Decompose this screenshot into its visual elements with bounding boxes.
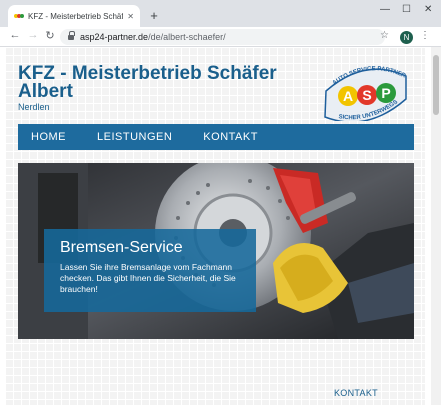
site-location: Nerdlen — [18, 102, 50, 112]
logo-letter-s: S — [362, 87, 371, 103]
scrollbar-thumb[interactable] — [433, 55, 439, 115]
hero-title: Bremsen-Service — [60, 239, 183, 256]
back-icon[interactable]: ← — [8, 29, 22, 41]
address-bar[interactable]: asp24-partner.de/de/albert-schaefer/ — [60, 29, 385, 45]
site-title[interactable]: KFZ - Meisterbetrieb Schäfer Albert — [18, 64, 308, 101]
lock-icon — [68, 30, 75, 41]
new-tab-button[interactable]: + — [146, 8, 162, 24]
footer-kontakt-link[interactable]: KONTAKT — [334, 388, 378, 398]
forward-icon[interactable]: → — [26, 29, 40, 41]
maximize-button[interactable]: ☐ — [402, 4, 411, 15]
browser-toolbar: ← → ↻ asp24-partner.de/de/albert-schaefe… — [0, 27, 441, 47]
asp-logo[interactable]: AUTO SERVICE PARTNER A S P SICHER UNTERW… — [323, 63, 408, 121]
nav-home[interactable]: HOME — [31, 131, 66, 143]
tab-title: KFZ - Meisterbetrieb Schäfer Albert — [28, 11, 124, 21]
hero-caption: Bremsen-Service Lassen Sie ihre Bremsanl… — [44, 229, 256, 312]
bookmark-star-icon[interactable]: ☆ — [380, 30, 389, 41]
nav-leistungen[interactable]: LEISTUNGEN — [97, 131, 172, 143]
scrollbar[interactable] — [431, 47, 441, 405]
asp-favicon-icon — [14, 12, 24, 20]
hero-text: Lassen Sie ihre Bremsanlage vom Fachmann… — [60, 262, 236, 294]
minimize-button[interactable]: — — [380, 4, 390, 15]
tab-close-icon[interactable]: ✕ — [127, 12, 134, 21]
reload-icon[interactable]: ↻ — [43, 29, 57, 42]
main-nav: HOME LEISTUNGEN KONTAKT — [18, 124, 414, 150]
url-host: asp24-partner.de — [80, 32, 149, 42]
url-path: /de/albert-schaefer/ — [148, 32, 226, 42]
close-window-button[interactable]: ✕ — [424, 4, 432, 15]
browser-tab[interactable]: KFZ - Meisterbetrieb Schäfer Albert ✕ — [8, 5, 140, 27]
logo-letter-p: P — [381, 85, 390, 101]
logo-letter-a: A — [343, 88, 353, 104]
nav-kontakt[interactable]: KONTAKT — [203, 131, 258, 143]
tab-strip: KFZ - Meisterbetrieb Schäfer Albert ✕ + … — [0, 0, 441, 27]
menu-kebab-icon[interactable]: ⋮ — [420, 30, 430, 41]
profile-avatar[interactable]: N — [400, 31, 413, 44]
page-viewport: KFZ - Meisterbetrieb Schäfer Albert Nerd… — [0, 47, 441, 405]
